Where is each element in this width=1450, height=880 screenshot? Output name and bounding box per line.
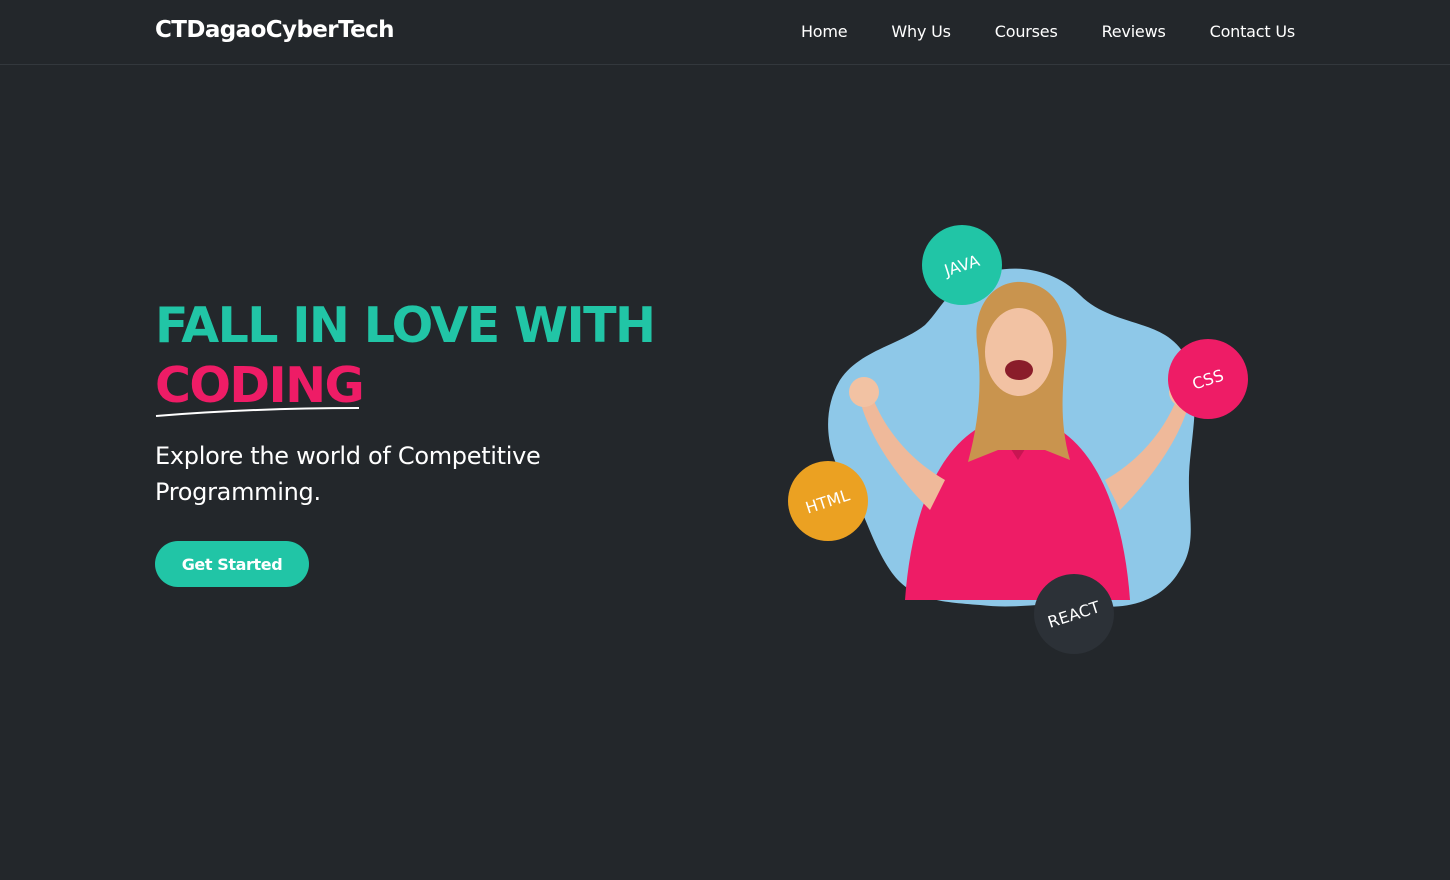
badge-css: CSS — [1168, 339, 1248, 419]
hero-blob-image — [828, 268, 1199, 607]
nav-link-courses[interactable]: Courses — [995, 22, 1058, 41]
nav-link-reviews[interactable]: Reviews — [1102, 22, 1166, 41]
hero-underline-decoration — [155, 407, 360, 417]
badge-html-label: HTML — [803, 484, 853, 518]
badge-css-label: CSS — [1189, 365, 1227, 393]
badge-react: REACT — [1034, 574, 1114, 654]
hero-text: FALL IN LOVE WITH CODING Explore the wor… — [155, 296, 715, 510]
navbar: CTDagaoCyberTech Home Why Us Courses Rev… — [0, 0, 1450, 65]
badge-java-label: JAVA — [941, 250, 983, 280]
nav-link-why-us[interactable]: Why Us — [891, 22, 951, 41]
brand-logo[interactable]: CTDagaoCyberTech — [155, 17, 394, 43]
hero-title-line1: FALL IN LOVE WITH — [155, 297, 656, 354]
nav-links: Home Why Us Courses Reviews Contact Us — [801, 22, 1295, 41]
badge-java: JAVA — [922, 225, 1002, 305]
hero-subtitle: Explore the world of Competitive Program… — [155, 442, 541, 506]
hero-illustration: JAVA CSS HTML REACT — [760, 210, 1280, 680]
get-started-button[interactable]: Get Started — [155, 541, 309, 587]
badge-html: HTML — [788, 461, 868, 541]
hero-title-line2-wrap: CODING — [155, 356, 365, 417]
nav-link-home[interactable]: Home — [801, 22, 848, 41]
badge-react-label: REACT — [1045, 596, 1103, 632]
nav-link-contact-us[interactable]: Contact Us — [1210, 22, 1296, 41]
